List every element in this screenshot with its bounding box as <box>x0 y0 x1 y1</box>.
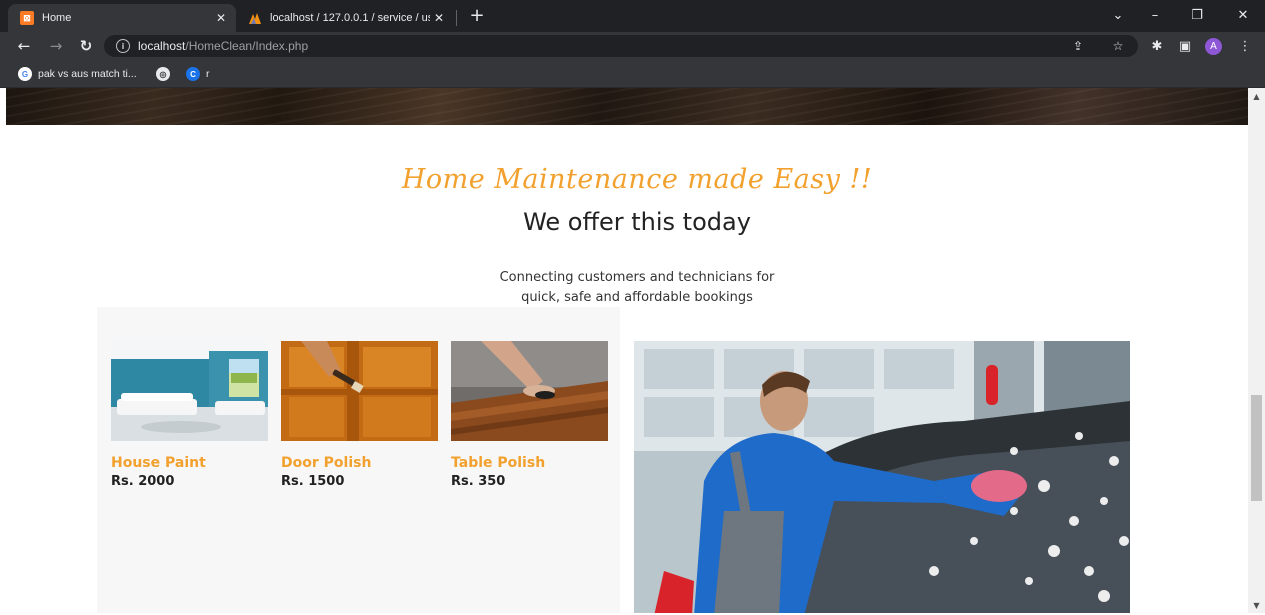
service-price: Rs. 350 <box>451 474 506 489</box>
minimize-button[interactable]: – <box>1140 2 1170 28</box>
google-icon: G <box>18 67 32 81</box>
table-polish-image <box>451 341 608 441</box>
scroll-up-arrow-icon[interactable]: ▲ <box>1248 88 1265 104</box>
page-viewport: Home Maintenance made Easy !! We offer t… <box>6 88 1248 613</box>
menu-kebab-icon[interactable]: ⋮ <box>1235 36 1255 56</box>
extensions-icon[interactable]: ✱ <box>1147 36 1167 56</box>
bookmark-label: pak vs aus match ti... <box>38 68 137 80</box>
door-polish-image <box>281 341 438 441</box>
new-tab-button[interactable]: + <box>466 4 488 26</box>
hero-banner-bottom <box>6 88 1248 125</box>
service-name: Table Polish <box>451 455 546 471</box>
service-name: House Paint <box>111 455 206 471</box>
service-price: Rs. 2000 <box>111 474 175 489</box>
profile-avatar[interactable]: A <box>1205 38 1222 55</box>
subtitle-line: quick, safe and affordable bookings <box>521 290 753 305</box>
service-card-house-paint[interactable]: House Paint Rs. 2000 <box>111 341 268 489</box>
site-info-icon[interactable]: i <box>116 39 130 53</box>
services-panel: House Paint Rs. 2000 Door Polish Rs. 150… <box>97 307 620 613</box>
tab-title: Home <box>42 12 72 24</box>
chromium-icon: C <box>186 67 200 81</box>
xampp-icon: ⊠ <box>20 11 34 25</box>
scrollbar-thumb[interactable] <box>1251 395 1262 501</box>
bookmarks-bar: G pak vs aus match ti... ◎ C r <box>0 60 1265 88</box>
bookmark-item[interactable]: C r <box>186 65 210 83</box>
section-subtitle: Connecting customers and technicians for… <box>6 268 1248 308</box>
tab-home[interactable]: ⊠ Home ✕ <box>8 4 236 32</box>
forward-button[interactable]: → <box>46 36 66 56</box>
service-price: Rs. 1500 <box>281 474 345 489</box>
bookmark-star-icon[interactable]: ☆ <box>1110 38 1126 54</box>
bookmark-item[interactable]: ◎ <box>156 65 176 83</box>
tab-phpmyadmin[interactable]: localhost / 127.0.0.1 / service / us ✕ <box>236 4 454 32</box>
bookmark-label: r <box>206 68 210 80</box>
service-card-table-polish[interactable]: Table Polish Rs. 350 <box>451 341 608 489</box>
url-host: localhost <box>138 39 186 53</box>
address-bar[interactable]: i localhost/HomeClean/Index.php ⇪ ☆ <box>104 35 1138 57</box>
phpmyadmin-icon <box>248 11 262 25</box>
close-window-button[interactable]: ✕ <box>1228 2 1258 28</box>
tab-search-icon[interactable]: ⌄ <box>1103 2 1133 28</box>
browser-tab-bar: ⊠ Home ✕ localhost / 127.0.0.1 / service… <box>0 0 1265 32</box>
back-button[interactable]: ← <box>14 36 34 56</box>
tab-separator <box>456 10 457 26</box>
bookmark-item[interactable]: G pak vs aus match ti... <box>18 65 137 83</box>
close-tab-icon[interactable]: ✕ <box>212 11 230 25</box>
house-paint-image <box>111 341 268 441</box>
browser-toolbar: ← → ↻ i localhost/HomeClean/Index.php ⇪ … <box>0 32 1265 60</box>
tab-title: localhost / 127.0.0.1 / service / us <box>270 12 430 24</box>
car-wash-technician-image <box>634 341 1130 613</box>
url-path: /HomeClean/Index.php <box>185 39 309 53</box>
tagline: Home Maintenance made Easy !! <box>401 164 873 195</box>
section-heading: We offer this today <box>523 208 751 236</box>
service-name: Door Polish <box>281 455 372 471</box>
service-card-door-polish[interactable]: Door Polish Rs. 1500 <box>281 341 438 489</box>
reload-button[interactable]: ↻ <box>76 36 96 56</box>
share-icon[interactable]: ⇪ <box>1070 38 1086 54</box>
restore-button[interactable]: ❐ <box>1182 2 1212 28</box>
side-panel-icon[interactable]: ▣ <box>1175 36 1195 56</box>
close-tab-icon[interactable]: ✕ <box>430 11 448 25</box>
subtitle-line: Connecting customers and technicians for <box>499 270 775 285</box>
page-scrollbar[interactable]: ▲ ▼ <box>1248 88 1265 613</box>
scroll-down-arrow-icon[interactable]: ▼ <box>1248 597 1265 613</box>
globe-icon: ◎ <box>156 67 170 81</box>
